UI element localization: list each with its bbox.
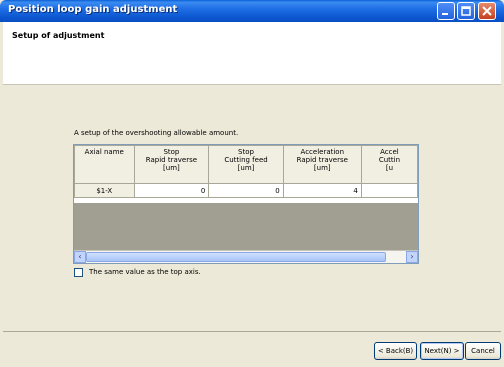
table-row: $1-X 0 0 4: [74, 183, 418, 198]
close-button[interactable]: [478, 2, 496, 20]
table-caption: A setup of the overshooting allowable am…: [74, 129, 239, 137]
wizard-window: Position loop gain adjustment Setup of a…: [0, 0, 504, 367]
horizontal-scrollbar[interactable]: ‹ ›: [74, 250, 418, 263]
minimize-icon: [442, 13, 448, 15]
close-icon: [482, 6, 492, 16]
column-header-accel-cutting: Accel Cuttin [u: [360, 145, 418, 184]
column-header-accel-rapid: Acceleration Rapid traverse [um]: [282, 145, 362, 184]
overshoot-grid[interactable]: Axial name Stop Rapid traverse [um] Stop…: [73, 144, 419, 264]
column-header-stop-cutting: Stop Cutting feed [um]: [208, 145, 284, 184]
maximize-button[interactable]: [457, 2, 475, 20]
overshoot-table: Axial name Stop Rapid traverse [um] Stop…: [74, 145, 418, 198]
column-header-stop-rapid: Stop Rapid traverse [um]: [133, 145, 210, 184]
stop-cutting-cell[interactable]: 0: [208, 183, 284, 198]
window-title: Position loop gain adjustment: [8, 4, 178, 15]
accel-rapid-cell[interactable]: 4: [282, 183, 362, 198]
accel-cutting-cell[interactable]: [360, 183, 418, 198]
wizard-header: Setup of adjustment: [3, 22, 501, 85]
grid-empty-area: [74, 203, 418, 253]
next-button[interactable]: Next(N) >: [420, 342, 464, 360]
footer-divider: [3, 331, 501, 332]
title-bar[interactable]: Position loop gain adjustment: [0, 0, 504, 22]
same-value-checkbox[interactable]: [74, 268, 83, 277]
scroll-right-button[interactable]: ›: [406, 251, 418, 263]
chevron-right-icon: ›: [410, 252, 414, 261]
column-header-axial-name: Axial name: [74, 145, 135, 184]
chevron-left-icon: ‹: [78, 252, 82, 261]
same-value-label: The same value as the top axis.: [89, 268, 201, 276]
axis-name-cell: $1-X: [74, 183, 135, 198]
maximize-icon: [461, 6, 471, 16]
page-heading: Setup of adjustment: [12, 31, 105, 40]
scrollbar-thumb[interactable]: [86, 252, 386, 262]
back-button[interactable]: < Back(B): [374, 342, 417, 360]
stop-rapid-cell[interactable]: 0: [133, 183, 210, 198]
minimize-button[interactable]: [437, 2, 455, 20]
table-header-row: Axial name Stop Rapid traverse [um] Stop…: [74, 145, 418, 184]
cancel-button[interactable]: Cancel: [465, 342, 501, 360]
scroll-left-button[interactable]: ‹: [74, 251, 86, 263]
